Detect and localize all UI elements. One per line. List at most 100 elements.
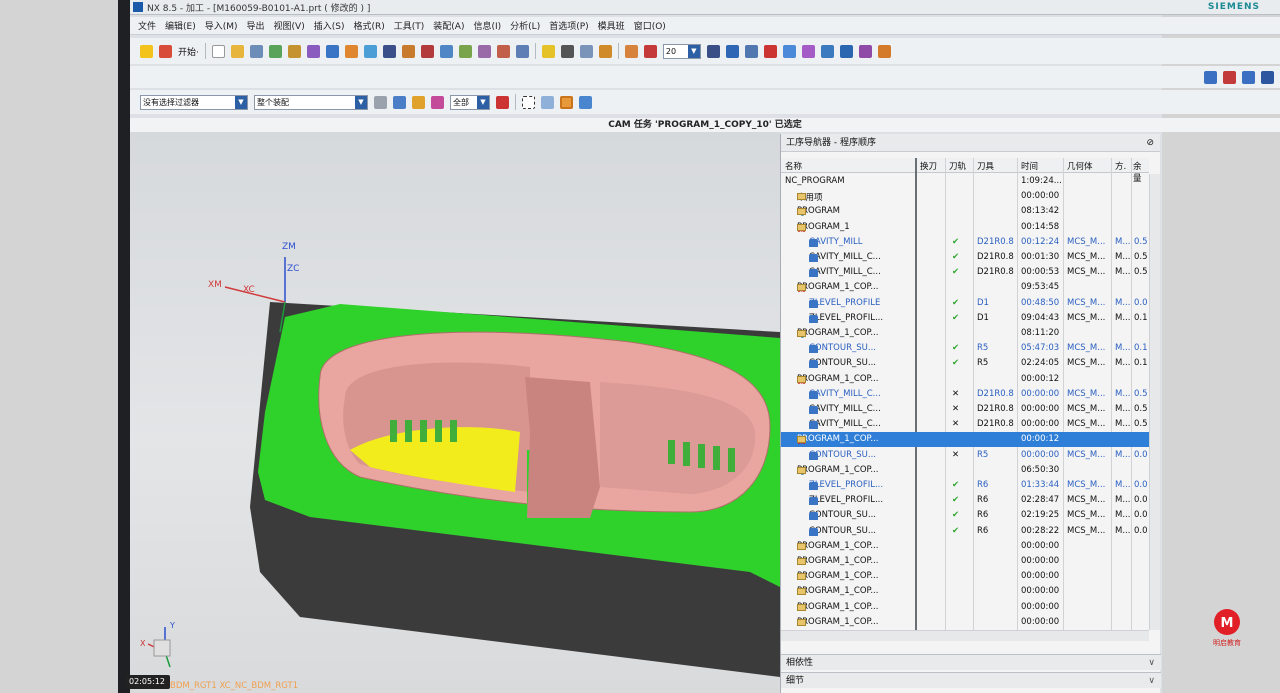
menu-file[interactable]: 文件 bbox=[138, 19, 156, 32]
shade-icon[interactable] bbox=[643, 44, 657, 58]
program-row[interactable]: ✔ PROGRAM_1_COP... 00:00:00 bbox=[781, 554, 1149, 569]
create-geometry-icon[interactable] bbox=[287, 44, 301, 58]
tool-library-icon[interactable] bbox=[477, 44, 491, 58]
program-row[interactable]: PROGRAM_1_COP... 00:00:12 bbox=[781, 432, 1149, 448]
start-icon[interactable] bbox=[159, 44, 172, 58]
select-edge-icon[interactable] bbox=[1242, 70, 1255, 84]
operation-row[interactable]: CAVITY_MILL_C... ✕ D21R0.8 00:00:00 MCS_M...… bbox=[781, 417, 1149, 432]
solid-cube-icon[interactable] bbox=[579, 95, 592, 109]
layer-icon[interactable] bbox=[624, 44, 638, 58]
operation-row[interactable]: 💡 CONTOUR_SU... ✔ R5 05:47:03 MCS_M... M...0.… bbox=[781, 341, 1149, 356]
cursor-icon[interactable] bbox=[1204, 70, 1217, 84]
create-program-icon[interactable] bbox=[249, 44, 263, 58]
snap-end-icon[interactable] bbox=[412, 95, 425, 109]
col-name[interactable]: 名称 bbox=[785, 160, 802, 172]
menu-format[interactable]: 格式(R) bbox=[353, 19, 384, 32]
snap-icon[interactable] bbox=[763, 44, 777, 58]
batch-process-icon[interactable] bbox=[515, 44, 529, 58]
replay-toolpath-icon[interactable] bbox=[363, 44, 377, 58]
menu-info[interactable]: 信息(I) bbox=[473, 19, 501, 32]
verify-toolpath-icon[interactable] bbox=[401, 44, 415, 58]
menu-view[interactable]: 视图(V) bbox=[274, 19, 305, 32]
snap-scope-select[interactable]: 全部 ▼ bbox=[450, 94, 490, 110]
program-row[interactable]: 💡 PROGRAM_1_COP... 08:11:20 bbox=[781, 326, 1149, 341]
intersect-icon[interactable] bbox=[496, 95, 509, 109]
sketch-icon[interactable] bbox=[598, 44, 612, 58]
program-row[interactable]: PROGRAM_1_COP... 00:00:12 bbox=[781, 372, 1149, 387]
start-menu-button[interactable]: 开始· bbox=[178, 45, 199, 58]
menu-export[interactable]: 导出 bbox=[247, 19, 265, 32]
menu-assembly[interactable]: 装配(A) bbox=[433, 19, 464, 32]
open-file-icon[interactable] bbox=[230, 44, 244, 58]
new-file-icon[interactable] bbox=[211, 44, 225, 58]
col-path[interactable]: 刀轨 bbox=[949, 160, 966, 172]
program-row[interactable]: NC_PROGRAM 1:09:24... bbox=[781, 174, 1149, 189]
operation-row[interactable]: 💡 CONTOUR_SU... ✔ R6 00:28:22 MCS_M... M...0.… bbox=[781, 524, 1149, 539]
save-icon[interactable] bbox=[382, 44, 396, 58]
shop-doc-icon[interactable] bbox=[439, 44, 453, 58]
display-mode-icon[interactable] bbox=[706, 44, 720, 58]
pin-icon[interactable]: ⊘ bbox=[1146, 134, 1154, 152]
operation-row[interactable]: ZLEVEL_PROFIL... ✔ D1 09:04:43 MCS_M... M... 0… bbox=[781, 311, 1149, 326]
select-body-icon[interactable] bbox=[1261, 70, 1274, 84]
help-icon[interactable] bbox=[140, 44, 153, 58]
program-row[interactable]: 💡 PROGRAM_1_COP... 06:50:30 bbox=[781, 463, 1149, 478]
menu-mold[interactable]: 模具班 bbox=[598, 19, 625, 32]
menu-insert[interactable]: 插入(S) bbox=[314, 19, 345, 32]
col-tool-change[interactable]: 换刀 bbox=[920, 160, 937, 172]
section-icon[interactable] bbox=[858, 44, 872, 58]
menu-tools[interactable]: 工具(T) bbox=[394, 19, 425, 32]
col-geometry[interactable]: 几何体 bbox=[1067, 160, 1093, 172]
operation-row[interactable]: CAVITY_MILL_C... ✕ D21R0.8 00:00:00 MCS_M...… bbox=[781, 387, 1149, 402]
program-row[interactable]: ✔ PROGRAM_1_COP... 00:00:00 bbox=[781, 584, 1149, 599]
rect-select-icon[interactable] bbox=[522, 95, 535, 109]
operation-row[interactable]: CAVITY_MILL_C... ✔ D21R0.8 00:00:53 MCS_M...… bbox=[781, 265, 1149, 280]
fit-icon[interactable] bbox=[820, 44, 834, 58]
program-row[interactable]: ✔ PROGRAM_1_COP... 00:00:00 bbox=[781, 539, 1149, 554]
selection-scope-select[interactable]: 整个装配 ▼ bbox=[254, 94, 368, 110]
program-row[interactable]: PROGRAM_1_COP... 09:53:45 bbox=[781, 280, 1149, 295]
snap-point-icon[interactable] bbox=[393, 95, 406, 109]
program-row[interactable]: ✔ PROGRAM_1_COP... 00:00:00 bbox=[781, 600, 1149, 615]
menu-preferences[interactable]: 首选项(P) bbox=[549, 19, 588, 32]
datum-icon[interactable] bbox=[579, 44, 593, 58]
create-tool-icon[interactable] bbox=[268, 44, 282, 58]
zoom-select[interactable]: 20 ▼ bbox=[662, 43, 701, 59]
graphics-viewport[interactable]: ZM ZC XM XC X Y bbox=[130, 132, 780, 693]
create-method-icon[interactable] bbox=[306, 44, 320, 58]
pan-icon[interactable] bbox=[801, 44, 815, 58]
point-icon[interactable] bbox=[560, 44, 574, 58]
operation-row[interactable]: CONTOUR_SU... ✕ R5 00:00:00 MCS_M... M... 0.0 bbox=[781, 448, 1149, 463]
select-face-icon[interactable] bbox=[1223, 70, 1236, 84]
output-cls-icon[interactable] bbox=[496, 44, 510, 58]
generate-toolpath-icon[interactable] bbox=[344, 44, 358, 58]
col-time[interactable]: 时间 bbox=[1021, 160, 1038, 172]
navigator-vertical-scrollbar[interactable] bbox=[1149, 174, 1160, 630]
operation-row[interactable]: 💡 ZLEVEL_PROFIL... ✔ R6 02:28:47 MCS_M... M..… bbox=[781, 493, 1149, 508]
create-operation-icon[interactable] bbox=[325, 44, 339, 58]
program-row[interactable]: 未用项 00:00:00 bbox=[781, 189, 1149, 204]
type-filter-select[interactable]: 没有选择过滤器 ▼ bbox=[140, 94, 248, 110]
snap-mid-icon[interactable] bbox=[431, 95, 444, 109]
col-tool[interactable]: 刀具 bbox=[977, 160, 994, 172]
operation-row[interactable]: CAVITY_MILL_C... ✔ D21R0.8 00:01:30 MCS_M...… bbox=[781, 250, 1149, 265]
menu-analysis[interactable]: 分析(L) bbox=[510, 19, 540, 32]
postprocess-icon[interactable] bbox=[420, 44, 434, 58]
wireframe-icon[interactable] bbox=[725, 44, 739, 58]
rotate-icon[interactable] bbox=[782, 44, 796, 58]
operation-row[interactable]: CAVITY_MILL ✔ D21R0.8 00:12:24 MCS_M... M... 0… bbox=[781, 235, 1149, 250]
operation-row[interactable]: 💡 CONTOUR_SU... ✔ R6 02:19:25 MCS_M... M...0.… bbox=[781, 508, 1149, 523]
program-row[interactable]: PROGRAM_1 00:14:58 bbox=[781, 220, 1149, 235]
program-row[interactable]: ✔ PROGRAM_1_COP... 00:00:00 bbox=[781, 615, 1149, 630]
feed-speed-icon[interactable] bbox=[458, 44, 472, 58]
shaded-cube-icon[interactable] bbox=[560, 95, 573, 109]
operation-row[interactable]: CAVITY_MILL_C... ✕ D21R0.8 00:00:00 MCS_M...… bbox=[781, 402, 1149, 417]
operation-row[interactable]: 💡 CONTOUR_SU... ✔ R5 02:24:05 MCS_M... M...0.… bbox=[781, 356, 1149, 371]
menu-window[interactable]: 窗口(O) bbox=[634, 19, 666, 32]
navigator-horizontal-scrollbar[interactable] bbox=[781, 630, 1149, 641]
menu-edit[interactable]: 编辑(E) bbox=[165, 19, 196, 32]
details-panel[interactable]: 细节 ∨ bbox=[781, 672, 1161, 688]
measure-icon[interactable] bbox=[839, 44, 853, 58]
operation-row[interactable]: ZLEVEL_PROFILE ✔ D1 00:48:50 MCS_M... M... 0.0 bbox=[781, 296, 1149, 311]
filter-settings-icon[interactable] bbox=[374, 95, 387, 109]
